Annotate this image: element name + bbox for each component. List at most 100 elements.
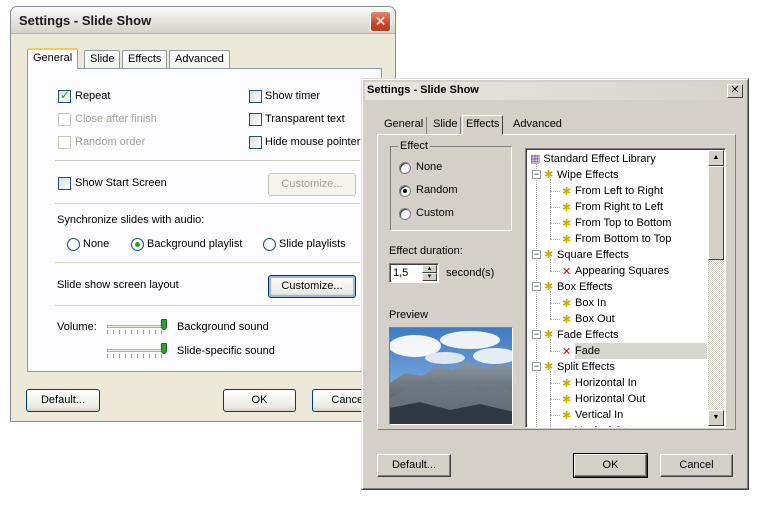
- scroll-up-icon[interactable]: ▲: [708, 150, 724, 166]
- tree-group-box-effects[interactable]: Box Effects: [557, 279, 612, 295]
- tree-guide-line: [550, 271, 560, 272]
- tree-guide-line: [550, 191, 560, 192]
- tree-item[interactable]: From Right to Left: [575, 199, 663, 215]
- tree-item[interactable]: Box In: [575, 295, 606, 311]
- transparent-text-checkbox[interactable]: [249, 113, 262, 126]
- mountain-landscape-image: [390, 328, 512, 424]
- tree-guide-line: [550, 223, 560, 224]
- effect-item-icon: ✱: [562, 425, 571, 427]
- effect-item-icon: ✱: [562, 298, 572, 310]
- tree-item[interactable]: Box Out: [575, 311, 615, 327]
- title-bar[interactable]: Settings - Slide Show ✕: [11, 7, 395, 34]
- collapse-icon[interactable]: −: [532, 170, 541, 179]
- settings-window-back: Settings - Slide Show ✕ General Slide Ef…: [10, 6, 396, 422]
- tab-effects[interactable]: Effects: [462, 115, 504, 135]
- collapse-icon[interactable]: −: [532, 282, 541, 291]
- divider: [55, 262, 360, 263]
- spin-up-icon[interactable]: ▲: [422, 265, 437, 273]
- spin-down-icon[interactable]: ▼: [422, 273, 437, 281]
- collapse-icon[interactable]: −: [532, 362, 541, 371]
- cancel-button[interactable]: Cancel: [660, 454, 733, 477]
- sync-label: Synchronize slides with audio:: [57, 214, 205, 226]
- tree-group-split-effects[interactable]: Split Effects: [557, 359, 615, 375]
- show-start-screen-label: Show Start Screen: [75, 177, 167, 189]
- divider: [55, 203, 360, 204]
- sync-slide-playlists-radio[interactable]: [263, 238, 276, 251]
- vertical-scrollbar[interactable]: ▲ ▼: [708, 150, 724, 426]
- title-bar[interactable]: Settings - Slide Show ✕: [365, 82, 745, 100]
- ok-button[interactable]: OK: [573, 453, 648, 478]
- effect-custom-radio[interactable]: [399, 208, 411, 220]
- repeat-checkbox[interactable]: ✓: [58, 88, 71, 103]
- scroll-down-icon[interactable]: ▼: [708, 410, 724, 426]
- tree-item[interactable]: Vertical Out: [575, 423, 632, 427]
- checkmark-icon: ✓: [60, 88, 71, 102]
- duration-value: 1,5: [393, 267, 409, 279]
- tree-root[interactable]: ▦ Standard Effect Library: [530, 151, 656, 167]
- effect-item-icon: ✱: [562, 314, 572, 326]
- show-timer-checkbox[interactable]: [249, 90, 262, 103]
- customize-layout-button[interactable]: Customize...: [268, 275, 356, 298]
- duration-spinbox[interactable]: 1,5 ▲ ▼: [389, 263, 439, 283]
- slider-track: [107, 349, 167, 352]
- repeat-label: Repeat: [75, 90, 111, 102]
- hide-mouse-pointer-checkbox[interactable]: [249, 136, 262, 149]
- slider-thumb[interactable]: [161, 343, 167, 354]
- background-volume-slider[interactable]: [107, 319, 167, 334]
- effect-item-icon: ✱: [562, 378, 572, 390]
- slide-volume-slider[interactable]: [107, 343, 167, 358]
- scroll-thumb[interactable]: [708, 166, 724, 260]
- tree-guide-line: [550, 351, 560, 352]
- close-icon[interactable]: ✕: [370, 11, 391, 32]
- sync-none-radio[interactable]: [67, 238, 80, 251]
- slider-ticks: [107, 330, 167, 334]
- tree-root-label: Standard Effect Library: [543, 153, 656, 165]
- show-start-screen-checkbox[interactable]: [58, 177, 71, 190]
- tree-item[interactable]: From Left to Right: [575, 183, 663, 199]
- effect-random-label: Random: [416, 184, 458, 196]
- sync-background-playlist-radio[interactable]: [131, 238, 144, 251]
- tree-group-fade-effects[interactable]: Fade Effects: [557, 327, 619, 343]
- tab-effects[interactable]: Effects: [122, 50, 168, 68]
- tab-advanced[interactable]: Advanced: [510, 117, 565, 134]
- effect-x-icon: ✕: [562, 346, 572, 358]
- tree-item[interactable]: Appearing Squares: [575, 263, 669, 279]
- slider-ticks: [107, 354, 167, 358]
- tree-item[interactable]: Vertical In: [575, 407, 623, 423]
- effect-item-icon: ✱: [562, 202, 572, 214]
- effect-group-icon: ✱: [544, 249, 554, 261]
- tree-guide-line: [536, 163, 537, 427]
- divider: [55, 160, 360, 161]
- tab-advanced[interactable]: Advanced: [169, 50, 230, 68]
- tab-strip: General Slide Effects Advanced: [377, 115, 736, 135]
- effect-library-tree[interactable]: ▦ Standard Effect Library − ✱ Wipe Effects ✱ F…: [525, 148, 726, 428]
- effect-x-icon: ✕: [562, 266, 572, 278]
- tab-general[interactable]: General: [27, 48, 79, 69]
- collapse-icon[interactable]: −: [532, 330, 541, 339]
- tree-item[interactable]: Fade: [575, 343, 707, 359]
- tree-item[interactable]: Horizontal In: [575, 375, 637, 391]
- effect-none-radio[interactable]: [399, 162, 411, 174]
- default-button[interactable]: Default...: [377, 454, 451, 477]
- tree-item[interactable]: Horizontal Out: [575, 391, 645, 407]
- collapse-icon[interactable]: −: [532, 250, 541, 259]
- tree-item[interactable]: From Bottom to Top: [575, 231, 671, 247]
- tree-guide-line: [550, 319, 560, 320]
- tree-item[interactable]: From Top to Bottom: [575, 215, 671, 231]
- default-button[interactable]: Default...: [26, 389, 100, 412]
- slider-thumb[interactable]: [161, 319, 167, 330]
- close-icon[interactable]: ✕: [727, 84, 743, 98]
- preview-label: Preview: [389, 309, 429, 321]
- ok-button[interactable]: OK: [223, 389, 296, 412]
- tree-group-square-effects[interactable]: Square Effects: [557, 247, 629, 263]
- transparent-text-label: Transparent text: [265, 113, 345, 125]
- preview-image: [389, 327, 513, 425]
- tab-slide[interactable]: Slide: [430, 117, 462, 134]
- spin-arrows: ▲ ▼: [422, 265, 437, 281]
- tab-general[interactable]: General: [381, 117, 428, 134]
- slide-specific-sound-label: Slide-specific sound: [177, 345, 275, 357]
- tree-group-wipe-effects[interactable]: Wipe Effects: [557, 167, 619, 183]
- tree-guide-line: [550, 207, 560, 208]
- effect-random-radio[interactable]: [399, 185, 411, 197]
- tab-slide[interactable]: Slide: [84, 50, 121, 68]
